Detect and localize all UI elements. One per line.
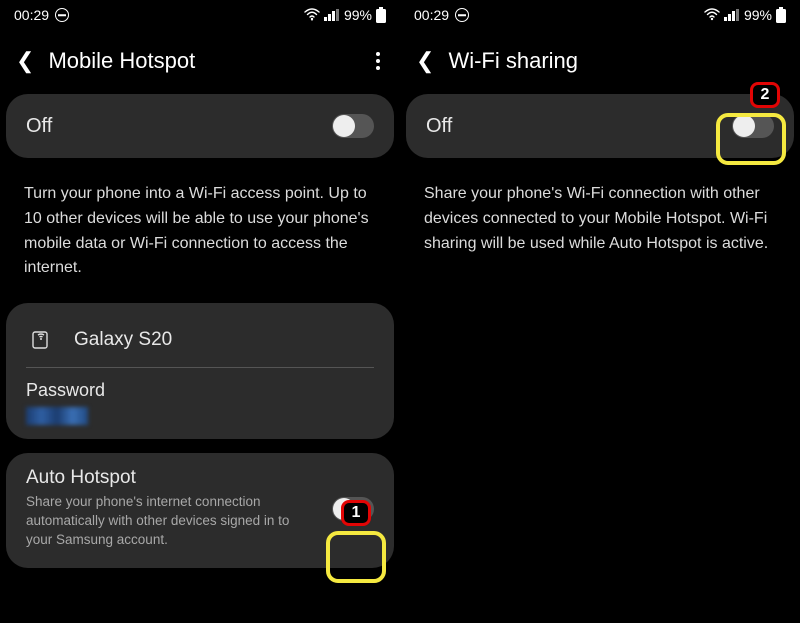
page-title: Wi-Fi sharing (448, 48, 578, 74)
page-title: Mobile Hotspot (48, 48, 195, 74)
auto-hotspot-card[interactable]: Auto Hotspot Share your phone's internet… (6, 453, 394, 568)
auto-hotspot-switch[interactable] (332, 497, 374, 521)
battery-pct: 99% (744, 7, 772, 23)
master-toggle-card[interactable]: Off (6, 94, 394, 158)
wifi-sharing-description: Share your phone's Wi-Fi connection with… (400, 172, 800, 278)
network-name: Galaxy S20 (74, 329, 172, 351)
title-bar: ❮ Mobile Hotspot (0, 30, 400, 94)
wifi-icon (704, 8, 720, 22)
status-bar: 00:29 99% (0, 0, 400, 30)
dnd-icon (455, 8, 469, 22)
signal-icon (324, 9, 340, 21)
master-toggle-switch[interactable] (732, 114, 774, 138)
screen-mobile-hotspot: 00:29 99% ❮ Mobile Hotspot Off Turn (0, 0, 400, 623)
hotspot-description: Turn your phone into a Wi-Fi access poin… (0, 172, 400, 303)
battery-icon (376, 7, 386, 23)
status-time: 00:29 (414, 7, 449, 23)
back-button[interactable]: ❮ (16, 48, 34, 74)
status-time: 00:29 (14, 7, 49, 23)
status-bar: 00:29 99% (400, 0, 800, 30)
battery-icon (776, 7, 786, 23)
title-bar: ❮ Wi-Fi sharing (400, 30, 800, 94)
network-icon (30, 329, 52, 351)
master-toggle-card[interactable]: Off (406, 94, 794, 158)
auto-hotspot-subtitle: Share your phone's internet connection a… (26, 493, 306, 550)
auto-hotspot-title: Auto Hotspot (26, 467, 306, 489)
password-value-redacted (26, 407, 88, 425)
master-toggle-label: Off (26, 115, 52, 138)
password-label: Password (26, 380, 374, 401)
dnd-icon (55, 8, 69, 22)
divider (26, 367, 374, 368)
battery-pct: 99% (344, 7, 372, 23)
screen-wifi-sharing: 00:29 99% ❮ Wi-Fi sharing Off Share your… (400, 0, 800, 623)
overflow-menu-button[interactable] (372, 48, 384, 74)
master-toggle-label: Off (426, 115, 452, 138)
wifi-icon (304, 8, 320, 22)
back-button[interactable]: ❮ (416, 48, 434, 74)
network-settings-card[interactable]: Galaxy S20 Password (6, 303, 394, 439)
master-toggle-switch[interactable] (332, 114, 374, 138)
signal-icon (724, 9, 740, 21)
